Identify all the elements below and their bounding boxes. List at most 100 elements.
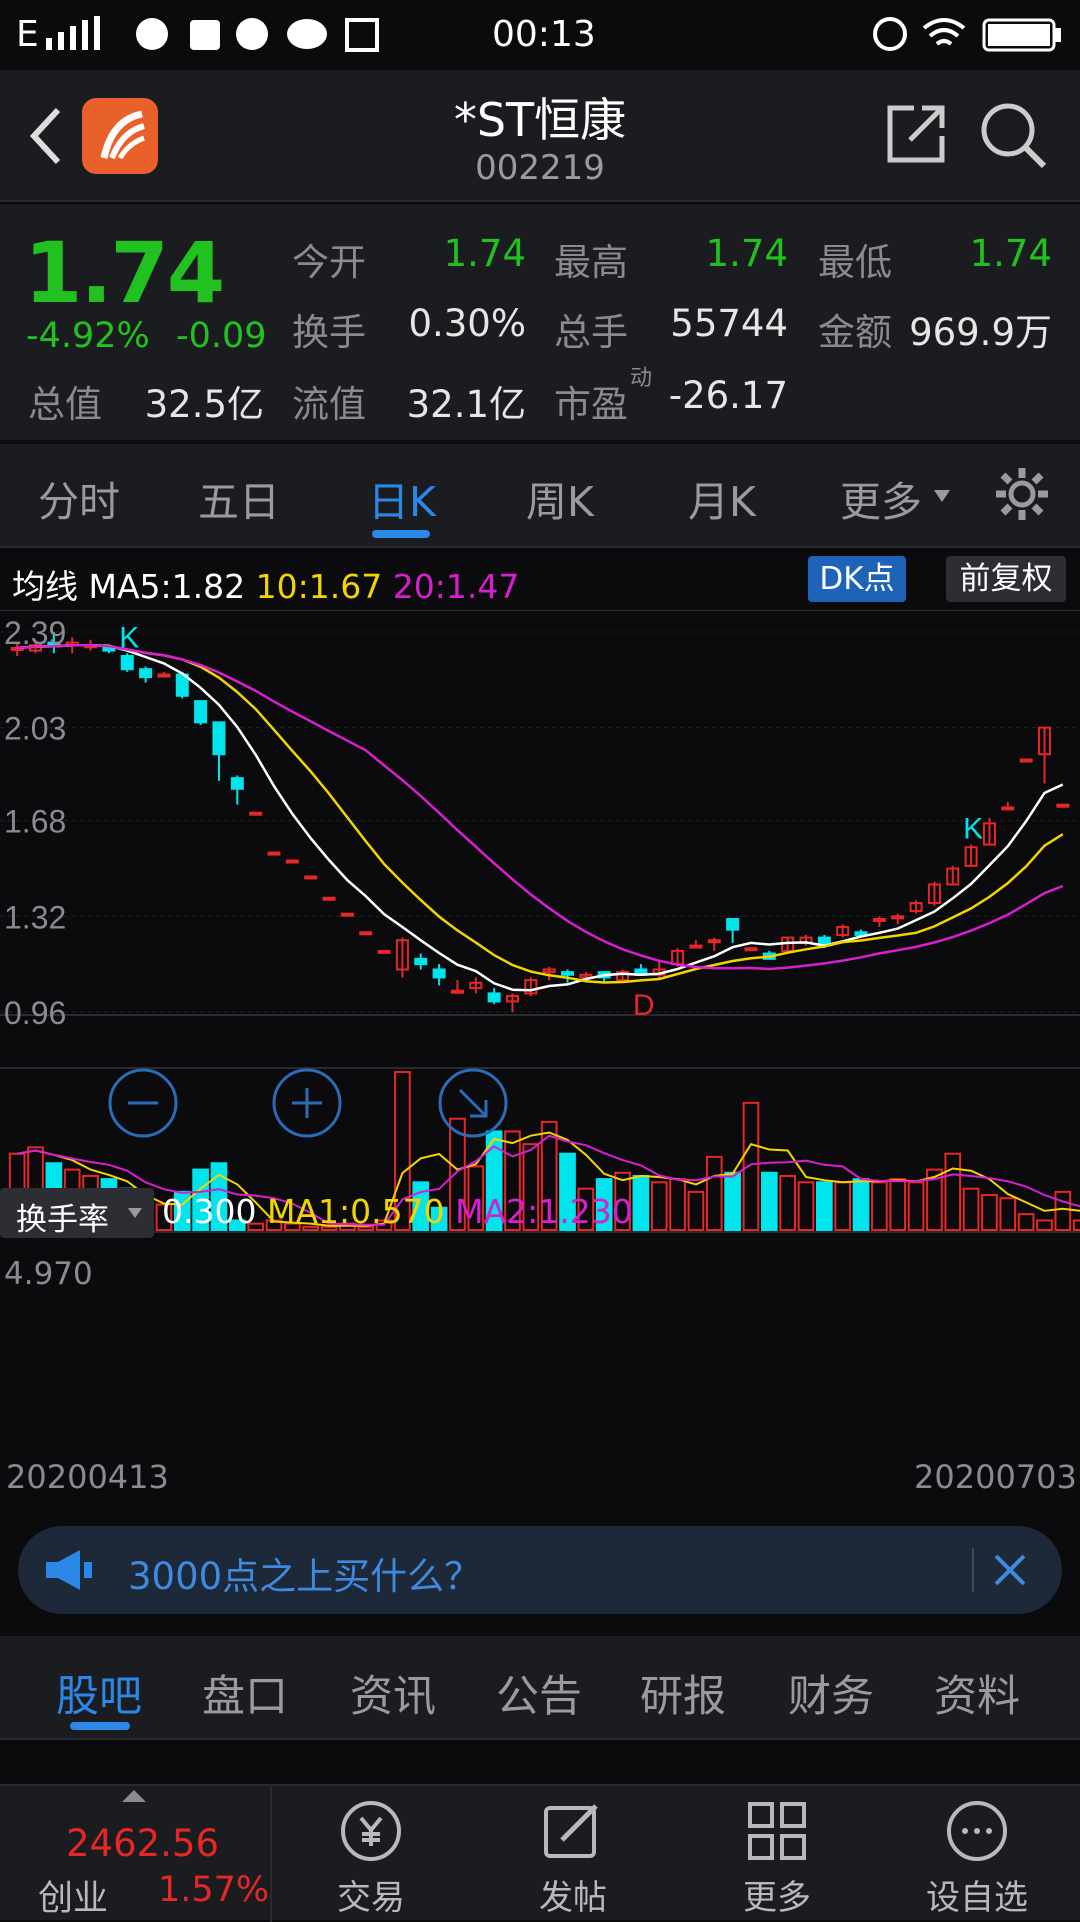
stock-header: *ST恒康 002219 [0,70,1080,202]
adjust-price-button[interactable]: 前复权 [946,556,1066,602]
candle-up [377,949,391,954]
candle-up [1056,803,1070,808]
turnover-bar-up [981,1194,998,1231]
system-icons [873,17,1061,52]
candle-up [891,915,905,920]
last-price: 1.74 [24,224,225,322]
bottom-bar: 2462.56 创业 1.57% 交易 发帖 更多 设自选 [0,1784,1080,1922]
turnover-bar-down [724,1171,741,1232]
tab-intraday[interactable]: 分时 [38,468,120,528]
low-label: 最低 [818,241,892,284]
turnover-bar-down [852,1178,870,1232]
app-logo [82,98,158,174]
candle-up [1019,758,1033,763]
zoom-in-icon[interactable] [272,1068,342,1138]
turnover-bar-up [907,1181,925,1232]
settings-gear-icon[interactable] [994,466,1050,522]
ma10-legend: 10:1.67 [255,567,383,606]
dk-point-button[interactable]: DK点 [808,556,906,602]
kline-svg: 2.39 2.03 1.68 1.32 0.96 K D K [0,610,1080,1233]
watchlist-label[interactable]: 设自选 [917,1870,1037,1919]
trade-icon[interactable] [338,1798,404,1864]
candle-up [285,859,299,864]
period-tabs: 分时 五日 日K 周K 月K 更多 [0,444,1080,548]
tab-monthly-k[interactable]: 月K [688,468,756,528]
indicator-selector[interactable]: 换手率 [0,1188,154,1238]
search-icon[interactable] [978,100,1048,170]
pe-value: -26.17 [668,374,788,417]
price-tick-label: 1.32 [4,899,66,935]
change-value: -0.09 [176,316,267,356]
candle-up [157,673,171,678]
share-icon[interactable] [884,100,950,166]
amount-label: 金额 [818,311,892,354]
active-subtab-indicator [70,1722,130,1730]
tab-profile[interactable]: 资料 [934,1662,1020,1724]
tab-finance[interactable]: 财务 [788,1662,874,1724]
candle-down [432,968,446,979]
open-value: 1.74 [443,232,526,275]
kline-chart-area[interactable]: 均线 MA5:1.82 10:1.67 20:1.47 DK点 前复权 2.39… [0,550,1080,1510]
tab-five-day[interactable]: 五日 [198,468,280,528]
indicator-value: 0.300 [162,1192,257,1231]
turnover-bar-up [834,1181,852,1232]
add-watchlist-icon[interactable] [944,1798,1010,1864]
turnover-bar-up [742,1101,760,1232]
turnover-bar-up [999,1197,1017,1231]
expand-caret-icon[interactable] [122,1790,146,1802]
price-tick-label: 1.68 [4,804,66,840]
open-label: 今开 [292,241,366,284]
status-bar: E 00:13 [0,0,1080,70]
zoom-out-icon[interactable] [108,1068,178,1138]
post-label[interactable]: 发帖 [513,1870,633,1919]
turnover-label: 换手 [292,311,366,354]
turnover-bar-up [962,1187,980,1232]
tab-announcements[interactable]: 公告 [496,1662,582,1724]
vol-max-label: 4.970 [4,1256,93,1292]
candle-up [707,939,721,944]
candle-down [414,957,428,966]
ma10-line [17,644,1064,984]
close-icon[interactable] [990,1550,1030,1590]
tab-weekly-k[interactable]: 周K [526,468,594,528]
quote-panel: 1.74 -4.92% -0.09 总值 32.5亿 今开 1.74 最高 1.… [0,204,1080,625]
news-divider [972,1548,974,1592]
date-start: 20200413 [6,1458,169,1496]
candle-down [230,777,244,790]
price-tick-label: 0.96 [4,995,66,1031]
ma5-line [17,644,1064,992]
grid-more-icon[interactable] [744,1798,810,1864]
candle-down [194,700,208,724]
total-value-label: 总值 [28,383,102,426]
index-value[interactable]: 2462.56 [66,1822,219,1865]
turnover-bar-up [687,1190,705,1232]
turnover-bar-up [705,1155,723,1231]
tab-research[interactable]: 研报 [640,1662,726,1724]
tab-news[interactable]: 资讯 [350,1662,436,1724]
candle-up [304,875,318,880]
high-label: 最高 [554,241,628,284]
tab-daily-k[interactable]: 日K [368,468,436,528]
news-banner[interactable]: 3000点之上买什么？ [18,1526,1062,1614]
candle-down [561,971,575,976]
reset-view-icon[interactable] [438,1068,508,1138]
back-arrow-icon[interactable] [26,106,66,166]
low-value: 1.74 [969,232,1052,275]
tab-pankou[interactable]: 盘口 [202,1662,288,1724]
tab-guba[interactable]: 股吧 [56,1662,142,1724]
turnover-bar-up [779,1174,796,1232]
float-value: 32.1亿 [406,383,526,426]
candle-up [340,912,354,917]
tab-more[interactable]: 更多 [840,468,922,528]
amount-value: 969.9万 [909,311,1052,354]
total-value: 32.5亿 [144,383,264,426]
bottom-divider [270,1786,272,1922]
candle-down [487,992,501,1003]
date-end: 20200703 [914,1458,1077,1496]
news-text[interactable]: 3000点之上买什么？ [128,1546,481,1600]
active-tab-indicator [372,530,430,538]
more-label[interactable]: 更多 [717,1870,837,1919]
post-icon[interactable] [540,1798,606,1864]
ma-legend-label: 均线 [12,567,78,606]
trade-label[interactable]: 交易 [311,1870,431,1919]
